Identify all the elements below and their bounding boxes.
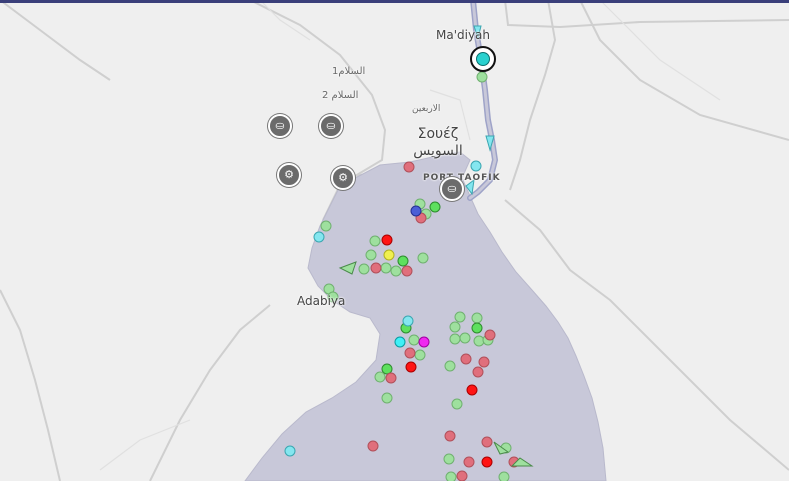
vessel-marker[interactable] — [418, 336, 430, 348]
vessel-marker[interactable] — [313, 231, 325, 243]
vessel-marker[interactable] — [414, 349, 426, 361]
gear-icon[interactable]: ⚙ — [331, 166, 355, 190]
vessel-marker[interactable] — [320, 220, 332, 232]
vessel-marker[interactable] — [466, 384, 478, 396]
map-view[interactable]: Ma'diyah السلام1 السلام 2 الاربعين Σουέζ… — [0, 0, 789, 481]
label-adabiya: Adabiya — [297, 294, 346, 308]
vessel-marker[interactable] — [401, 265, 413, 277]
vessel-marker[interactable] — [473, 335, 485, 347]
vessel-marker[interactable] — [367, 440, 379, 452]
vessel-marker[interactable] — [445, 471, 457, 481]
port-basket-icon[interactable]: ⛀ — [440, 177, 464, 201]
vessel-marker[interactable] — [381, 234, 393, 246]
vessel-marker[interactable] — [390, 265, 402, 277]
vessel-marker[interactable] — [417, 252, 429, 264]
port-basket-icon[interactable]: ⛀ — [319, 114, 343, 138]
vessel-marker[interactable] — [472, 366, 484, 378]
vessel-marker[interactable] — [449, 321, 461, 333]
vessel-marker[interactable] — [443, 453, 455, 465]
vessel-marker[interactable] — [484, 329, 496, 341]
vessel-marker[interactable] — [365, 249, 377, 261]
label-salam1: السلام1 — [332, 66, 366, 77]
vessel-marker[interactable] — [478, 356, 490, 368]
label-suez-greek: Σουέζ — [417, 126, 459, 142]
vessel-marker[interactable] — [459, 332, 471, 344]
vessel-marker[interactable] — [476, 71, 488, 83]
vessel-marker[interactable] — [498, 471, 510, 481]
port-basket-icon[interactable]: ⛀ — [268, 114, 292, 138]
vessel-marker[interactable] — [460, 353, 472, 365]
selected-vessel-target-icon[interactable] — [470, 46, 496, 72]
vessel-marker[interactable] — [358, 263, 370, 275]
vessel-marker[interactable] — [429, 201, 441, 213]
vessel-marker[interactable] — [374, 371, 386, 383]
vessel-marker[interactable] — [449, 333, 461, 345]
vessel-marker[interactable] — [481, 456, 493, 468]
vessel-marker[interactable] — [381, 392, 393, 404]
label-madiyah: Ma'diyah — [436, 28, 491, 42]
vessel-marker[interactable] — [444, 360, 456, 372]
gear-icon[interactable]: ⚙ — [277, 163, 301, 187]
vessel-marker[interactable] — [370, 262, 382, 274]
label-salam2: السلام 2 — [322, 90, 359, 101]
vessel-marker[interactable] — [394, 336, 406, 348]
vessel-marker[interactable] — [385, 372, 397, 384]
vessel-marker[interactable] — [402, 315, 414, 327]
vessel-marker[interactable] — [404, 347, 416, 359]
vessel-marker[interactable] — [454, 311, 466, 323]
vessel-marker[interactable] — [471, 312, 483, 324]
vessel-marker[interactable] — [381, 363, 393, 375]
label-arbain: الاربعين — [412, 104, 441, 114]
vessel-marker[interactable] — [470, 160, 482, 172]
vessel-marker[interactable] — [380, 262, 392, 274]
vessel-marker[interactable] — [481, 436, 493, 448]
vessel-marker[interactable] — [451, 398, 463, 410]
vessel-marker[interactable] — [369, 235, 381, 247]
top-accent-bar — [0, 0, 789, 3]
vessel-marker[interactable] — [444, 430, 456, 442]
vessel-marker[interactable] — [408, 334, 420, 346]
vessel-marker[interactable] — [397, 255, 409, 267]
vessel-marker[interactable] — [456, 470, 468, 481]
vessel-marker[interactable] — [405, 361, 417, 373]
vessel-marker[interactable] — [471, 322, 483, 334]
vessel-marker[interactable] — [383, 249, 395, 261]
label-suez: Σουέζ السويس — [405, 126, 471, 160]
label-suez-arabic: السويس — [413, 143, 463, 159]
vessel-marker[interactable] — [284, 445, 296, 457]
vessel-marker[interactable] — [410, 205, 422, 217]
vessel-marker[interactable] — [403, 161, 415, 173]
map-base-layer — [0, 0, 789, 481]
vessel-marker[interactable] — [463, 456, 475, 468]
